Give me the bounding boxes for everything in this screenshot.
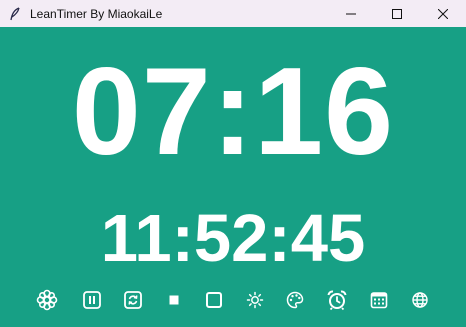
pause-icon [83,291,101,309]
countdown-display: 07:16 [71,43,395,181]
palette-icon [286,291,304,309]
window-controls [328,0,466,27]
refresh-icon [124,291,142,309]
feather-icon [8,6,22,21]
close-button[interactable] [420,0,466,27]
language-button[interactable] [408,288,432,312]
title-bar[interactable]: LeanTimer By MiaokaiLe [0,0,466,27]
pause-button[interactable] [80,288,104,312]
stop-button[interactable] [162,288,186,312]
window-mode-button[interactable] [202,288,226,312]
globe-icon [412,292,428,308]
minimize-icon [346,13,356,14]
settings-button[interactable] [35,288,59,312]
calendar-button[interactable] [367,288,391,312]
clock-display: 11:52:45 [100,201,366,276]
toolbar [0,288,466,314]
stop-icon [169,295,179,305]
close-icon [438,8,448,19]
theme-color-button[interactable] [283,288,307,312]
settings-flower-icon [36,289,58,311]
brightness-icon [246,291,264,309]
alarm-button[interactable] [325,288,349,312]
reset-button[interactable] [121,288,145,312]
maximize-button[interactable] [374,0,420,27]
window-title: LeanTimer By MiaokaiLe [30,6,163,21]
brightness-button[interactable] [243,288,267,312]
alarm-clock-icon [327,290,347,311]
calendar-icon [370,292,388,309]
minimize-button[interactable] [328,0,374,27]
maximize-icon [392,8,402,19]
square-icon [206,292,222,308]
app-window: LeanTimer By MiaokaiLe 07:16 11:52:45 [0,0,466,327]
